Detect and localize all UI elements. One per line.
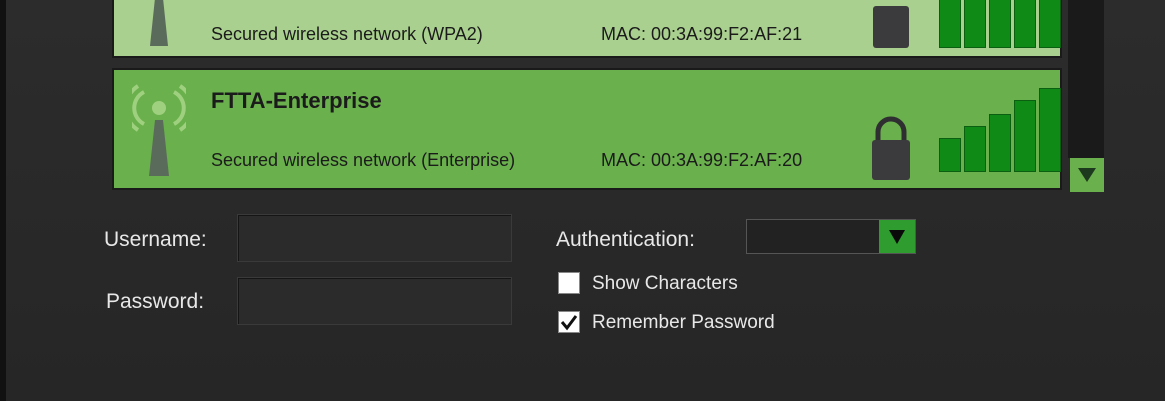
scroll-down-button[interactable] xyxy=(1070,158,1104,192)
password-label: Password: xyxy=(106,290,205,313)
password-field[interactable] xyxy=(237,277,512,325)
network-list-item[interactable]: Secured wireless network (WPA2) MAC: 00:… xyxy=(112,0,1062,58)
wifi-settings-panel: Secured wireless network (WPA2) MAC: 00:… xyxy=(6,0,1165,401)
network-mac-text: MAC: 00:3A:99:F2:AF:21 xyxy=(601,24,803,44)
username-field[interactable] xyxy=(237,214,512,262)
username-label: Username: xyxy=(104,228,207,251)
network-list-scrollbar[interactable] xyxy=(1068,0,1104,158)
network-name: FTTA-Enterprise xyxy=(211,88,382,113)
network-security-text: Secured wireless network (WPA2) xyxy=(211,24,483,44)
remember-password-label: Remember Password xyxy=(592,312,775,333)
network-mac-text: MAC: 00:3A:99:F2:AF:20 xyxy=(601,150,803,170)
signal-bar xyxy=(1014,0,1036,48)
dropdown-arrow-icon xyxy=(889,229,905,244)
checkmark-icon xyxy=(560,315,578,331)
signal-bar xyxy=(1014,100,1036,172)
signal-strength-meter xyxy=(939,0,1061,48)
lock-icon xyxy=(873,6,909,48)
signal-bar xyxy=(1039,88,1061,172)
signal-bar xyxy=(989,114,1011,172)
authentication-dropdown-button[interactable] xyxy=(879,220,915,253)
network-security-text: Secured wireless network (Enterprise) xyxy=(211,150,516,170)
signal-bar xyxy=(1039,0,1061,48)
authentication-label: Authentication: xyxy=(556,228,695,251)
remember-password-checkbox[interactable] xyxy=(558,311,580,333)
lock-icon xyxy=(872,116,910,180)
authentication-dropdown[interactable] xyxy=(746,219,916,254)
show-characters-checkbox[interactable] xyxy=(558,272,580,294)
wifi-tower-icon xyxy=(150,0,168,46)
signal-bar xyxy=(964,0,986,48)
network-list-item-selected[interactable]: FTTA-Enterprise Secured wireless network… xyxy=(112,68,1062,190)
signal-strength-meter xyxy=(939,86,1061,172)
wifi-tower-broadcasting-icon xyxy=(132,84,186,176)
scroll-down-arrow-icon xyxy=(1078,168,1096,182)
show-characters-label: Show Characters xyxy=(592,273,738,294)
signal-bar xyxy=(939,138,961,172)
signal-bar xyxy=(964,126,986,172)
signal-bar xyxy=(989,0,1011,48)
signal-bar xyxy=(939,0,961,48)
